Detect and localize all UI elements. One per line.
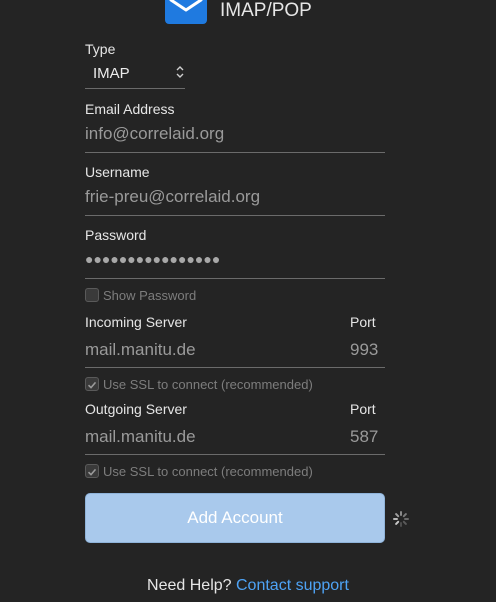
password-underline (85, 278, 385, 279)
checkmark-icon (87, 468, 97, 476)
incoming-port-label: Port (350, 314, 376, 330)
header-title: IMAP/POP (220, 0, 312, 21)
incoming-port-field[interactable]: 993 (350, 340, 378, 360)
outgoing-port-label: Port (350, 401, 376, 417)
contact-support-link[interactable]: Contact support (236, 577, 349, 594)
incoming-ssl-label: Use SSL to connect (recommended) (103, 377, 313, 392)
email-label: Email Address (85, 101, 175, 117)
type-select-value: IMAP (93, 65, 130, 82)
type-select[interactable]: IMAP (85, 58, 185, 89)
outgoing-server-label: Outgoing Server (85, 401, 187, 417)
show-password-label: Show Password (103, 288, 197, 303)
outgoing-ssl-label: Use SSL to connect (recommended) (103, 464, 313, 479)
password-field[interactable]: ●●●●●●●●●●●●●●●● (85, 251, 220, 267)
outgoing-underline (85, 454, 385, 455)
username-underline (85, 215, 385, 216)
loading-spinner-icon (393, 511, 409, 527)
email-underline (85, 152, 385, 153)
incoming-server-field[interactable]: mail.manitu.de (85, 340, 196, 360)
help-prefix: Need Help? (147, 577, 232, 594)
envelope-icon (165, 0, 207, 24)
outgoing-server-field[interactable]: mail.manitu.de (85, 427, 196, 447)
outgoing-port-field[interactable]: 587 (350, 427, 378, 447)
username-label: Username (85, 164, 150, 180)
incoming-ssl-checkbox[interactable] (85, 377, 99, 391)
password-label: Password (85, 227, 147, 243)
email-field[interactable]: info@correlaid.org (85, 124, 224, 144)
incoming-underline (85, 367, 385, 368)
incoming-server-label: Incoming Server (85, 314, 187, 330)
show-password-checkbox[interactable] (85, 288, 99, 302)
add-account-button[interactable]: Add Account (85, 493, 385, 543)
select-arrows-icon (176, 66, 184, 78)
username-field[interactable]: frie-preu@correlaid.org (85, 187, 260, 207)
account-type-header: IMAP/POP (165, 0, 312, 24)
checkmark-icon (87, 381, 97, 389)
help-footer: Need Help? Contact support (0, 577, 496, 595)
outgoing-ssl-checkbox[interactable] (85, 464, 99, 478)
type-label: Type (85, 41, 116, 57)
